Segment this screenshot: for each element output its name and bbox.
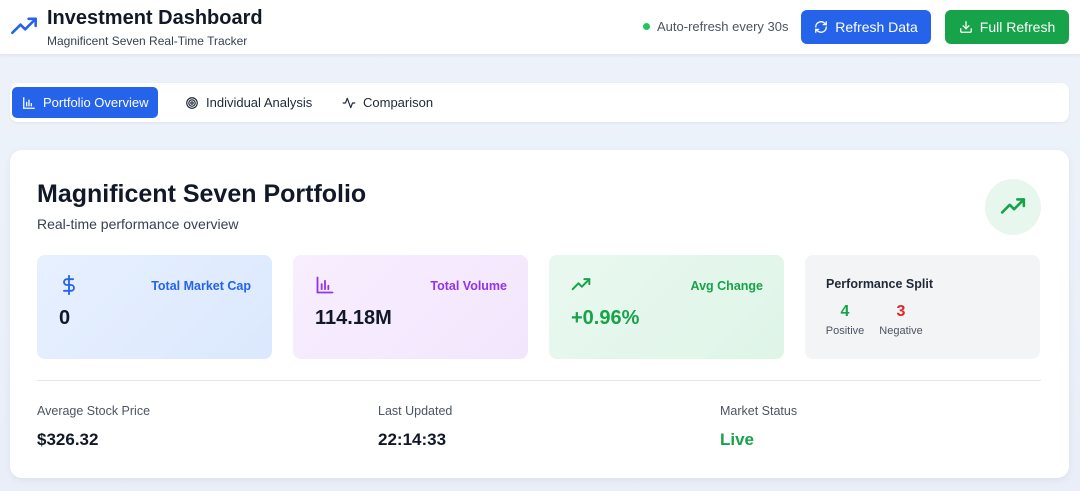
negative-label: Negative [879, 325, 923, 337]
performance-split-card: Performance Split 4 Positive 3 Negative [805, 255, 1040, 359]
tab-comparison[interactable]: Comparison [332, 87, 443, 118]
avg-change-value: +0.96% [571, 307, 640, 329]
full-refresh-button[interactable]: Full Refresh [945, 10, 1069, 44]
app-header: Investment Dashboard Magnificent Seven R… [0, 0, 1080, 55]
average-price-value: $326.32 [37, 430, 99, 449]
tab-bar: Portfolio Overview Individual Analysis C… [10, 83, 1069, 122]
positive-count: 4 Positive [825, 303, 865, 337]
positive-label: Positive [825, 325, 865, 337]
tab-label: Individual Analysis [206, 95, 313, 110]
negative-count: 3 Negative [878, 303, 924, 337]
average-price-label: Average Stock Price [37, 404, 151, 418]
activity-icon [342, 97, 356, 108]
trend-badge [985, 179, 1041, 235]
market-cap-card: Total Market Cap 0 [37, 255, 272, 359]
status-dot [643, 23, 650, 30]
tab-label: Comparison [363, 95, 434, 110]
tab-label: Portfolio Overview [43, 95, 149, 110]
negative-value: 3 [896, 303, 906, 320]
volume-label: Total Volume [430, 279, 507, 293]
volume-card: Total Volume 114.18M [293, 255, 528, 359]
average-price-block: Average Stock Price $326.32 [37, 404, 150, 450]
market-status-block: Market Status Live [720, 404, 797, 450]
market-cap-value: 0 [59, 307, 71, 329]
divider [37, 380, 1041, 381]
dollar-icon [63, 275, 75, 295]
trending-up-icon [1000, 198, 1026, 214]
auto-refresh-label: Auto-refresh every 30s [657, 19, 789, 34]
tab-portfolio-overview[interactable]: Portfolio Overview [12, 87, 159, 118]
portfolio-title: Magnificent Seven Portfolio [37, 180, 367, 208]
market-cap-label: Total Market Cap [151, 279, 251, 293]
refresh-data-label: Refresh Data [835, 19, 918, 35]
refresh-icon [815, 21, 828, 33]
portfolio-card: Magnificent Seven Portfolio Real-time pe… [10, 150, 1069, 478]
market-status-label: Market Status [720, 404, 798, 418]
refresh-data-button[interactable]: Refresh Data [801, 10, 931, 44]
tab-individual-analysis[interactable]: Individual Analysis [175, 87, 322, 118]
portfolio-subtitle: Real-time performance overview [37, 216, 239, 232]
volume-value: 114.18M [315, 307, 392, 329]
bar-chart-icon [23, 96, 35, 109]
avg-change-label: Avg Change [690, 279, 763, 293]
performance-split-title: Performance Split [826, 277, 933, 291]
app-subtitle: Magnificent Seven Real-Time Tracker [47, 34, 248, 48]
auto-refresh-status: Auto-refresh every 30s [643, 19, 789, 34]
app-title: Investment Dashboard [47, 7, 263, 29]
last-updated-label: Last Updated [378, 404, 453, 418]
full-refresh-label: Full Refresh [979, 19, 1056, 35]
trending-up-icon [11, 17, 37, 35]
last-updated-block: Last Updated 22:14:33 [378, 404, 452, 450]
download-icon [959, 21, 972, 33]
bar-chart-icon [316, 276, 334, 294]
avg-change-card: Avg Change +0.96% [549, 255, 784, 359]
last-updated-value: 22:14:33 [378, 430, 447, 449]
positive-value: 4 [840, 303, 850, 320]
trending-up-icon [571, 278, 591, 291]
market-status-value: Live [720, 430, 755, 449]
target-icon [186, 96, 198, 109]
